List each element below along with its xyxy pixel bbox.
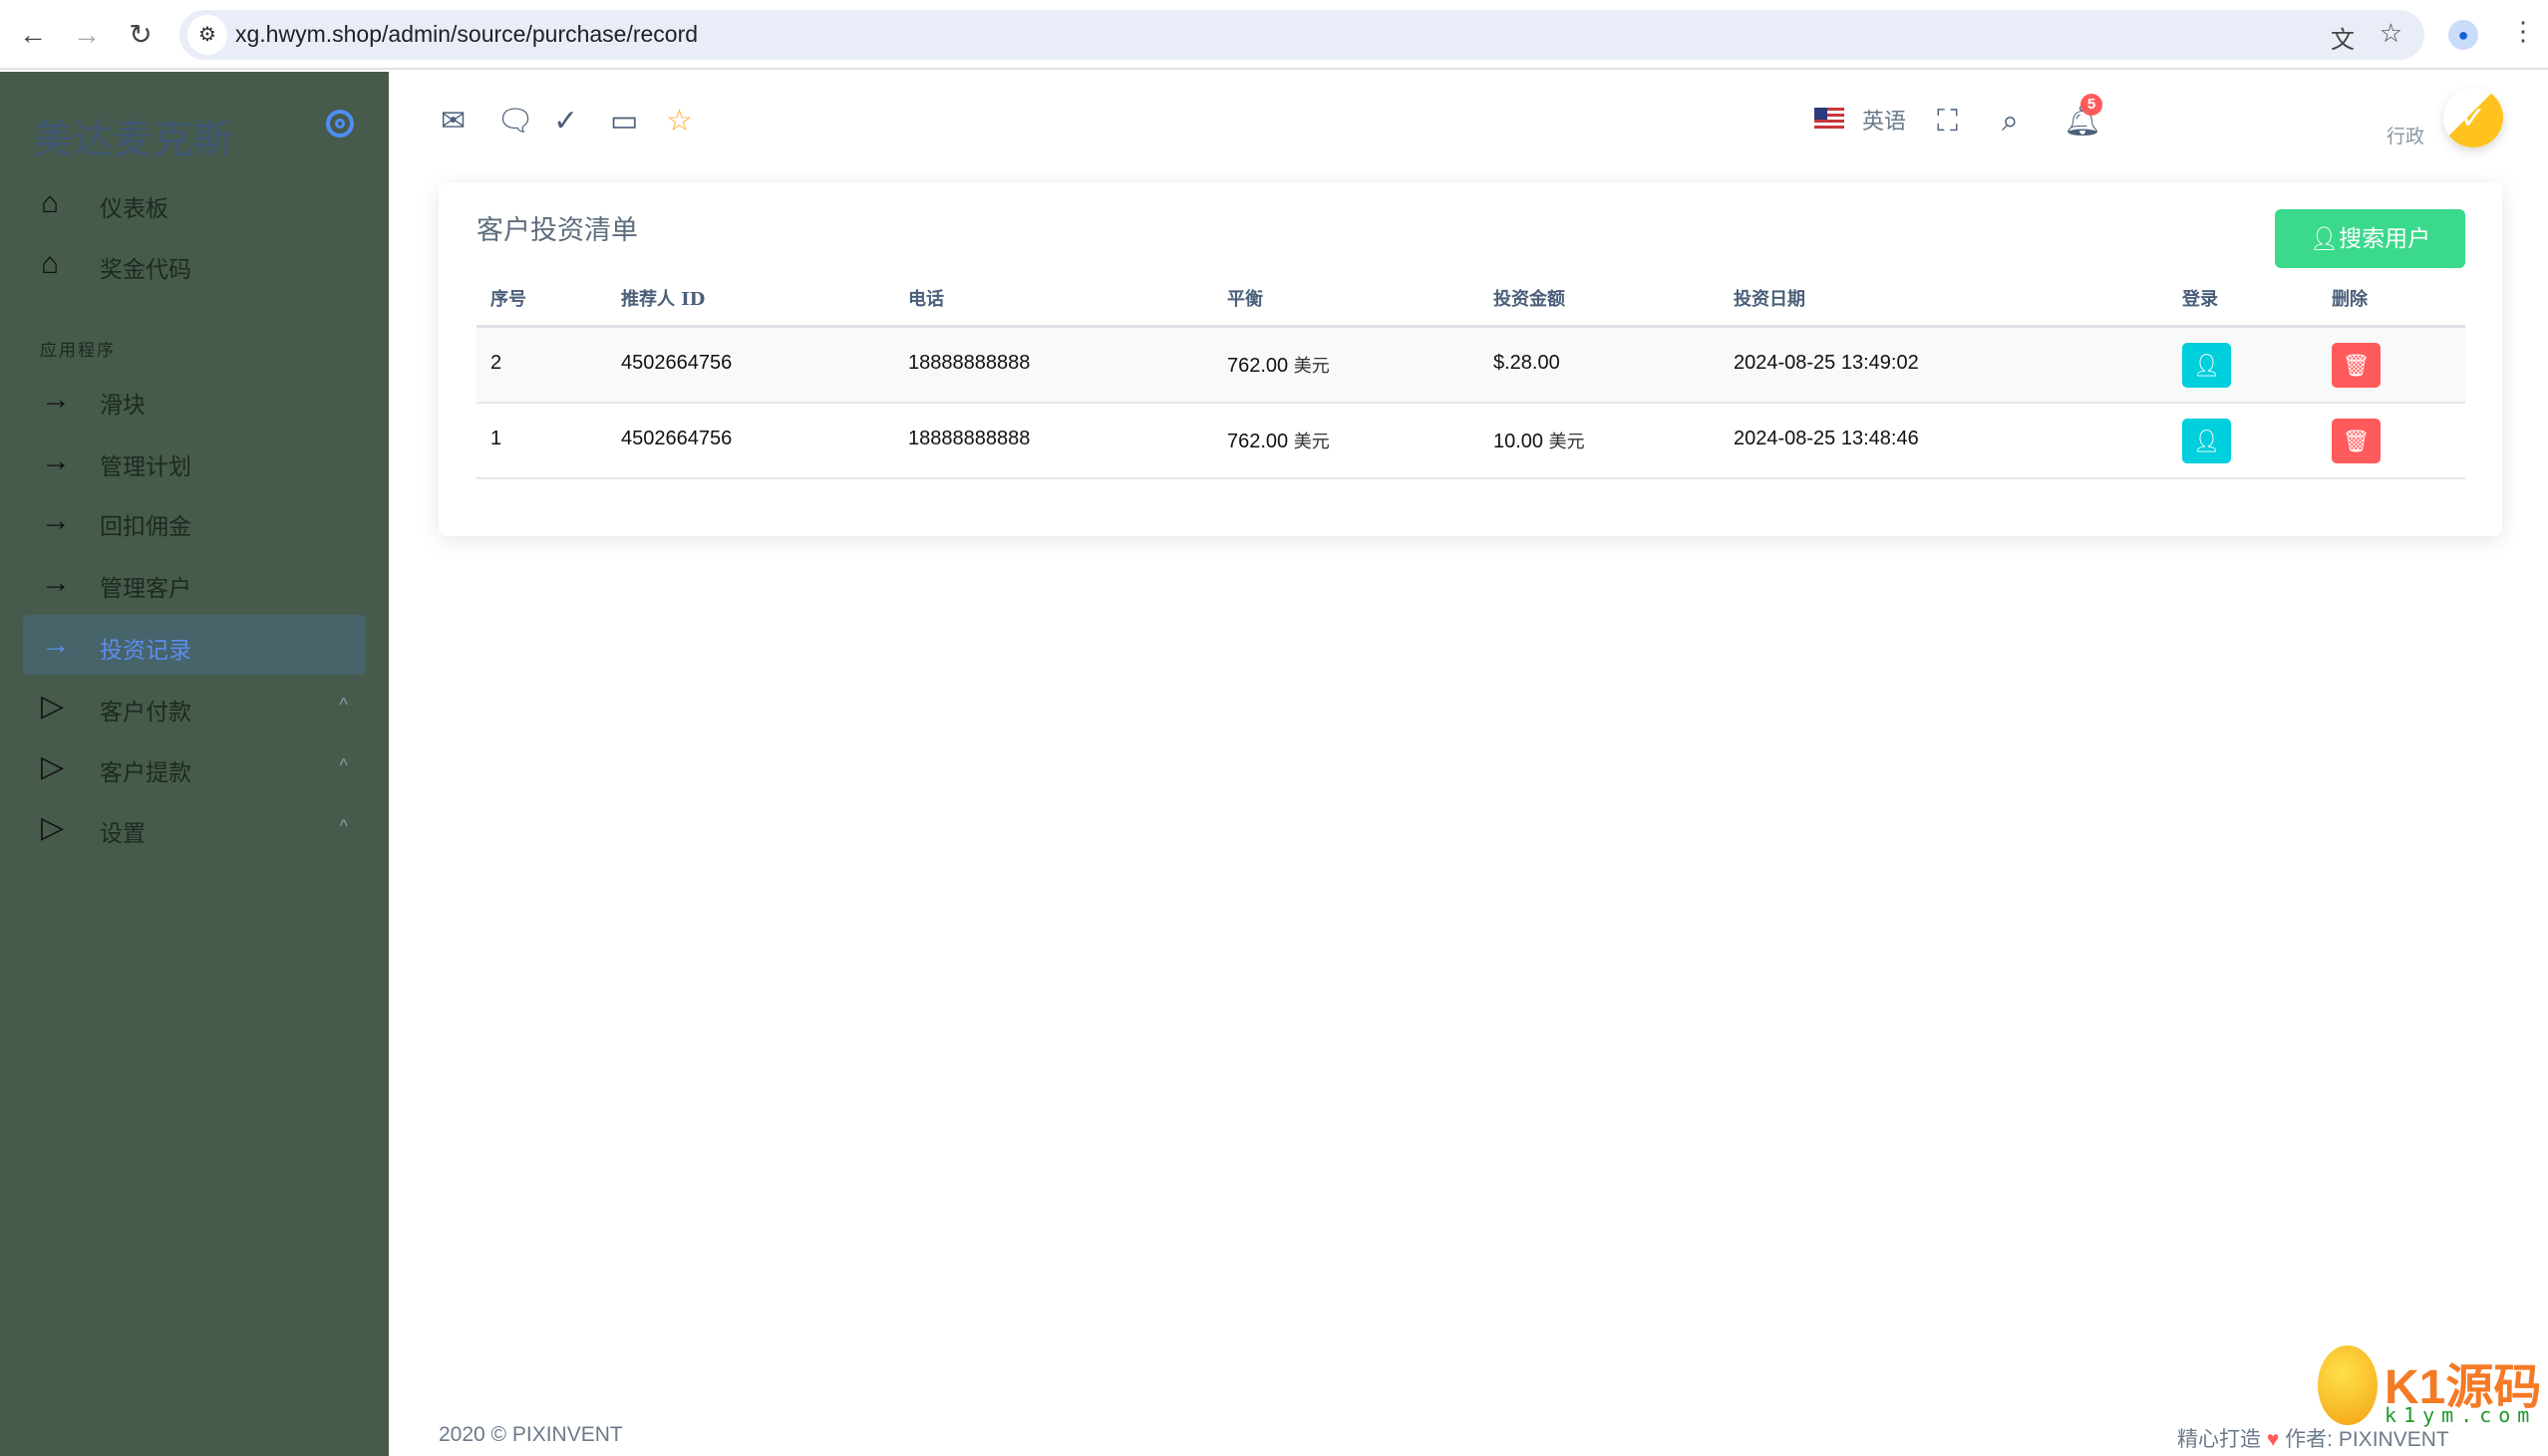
sidebar-toggle-icon[interactable] <box>326 110 354 138</box>
cell-balance: 762.00 美元 <box>1227 355 1330 377</box>
arrow-right-icon: → <box>41 566 71 599</box>
play-icon: ▷ <box>41 690 65 723</box>
bookmark-star-icon[interactable]: ☆ <box>2380 18 2402 49</box>
delete-button[interactable]: 🗑︎ <box>2332 343 2381 388</box>
login-as-user-button[interactable]: 👤︎ <box>2182 419 2231 463</box>
watermark-logo-icon <box>2318 1345 2378 1425</box>
sidebar: 美达麦克斯 ⌂ 仪表板 ⌂ 奖金代码 应用程序 → 滑块 → 管理计划 → 回扣佣金 → 管… <box>0 72 389 1456</box>
user-role[interactable]: 行政 <box>2387 122 2424 148</box>
investment-list-card: 客户投资清单 👤︎搜索用户 序号 推荐人 ID 电话 平衡 投资金额 投资日期 … <box>439 182 2502 536</box>
user-icon: 👤︎ <box>2309 225 2340 251</box>
sidebar-item-dashboard[interactable]: ⌂ 仪表板 <box>23 173 366 233</box>
section-label: 应用程序 <box>40 341 116 361</box>
brand-logo[interactable]: 美达麦克斯 <box>33 107 232 164</box>
footer-credit: 精心打造 ♥ 作者: PIXINVENT <box>2177 1428 2449 1451</box>
cell-referrer-id: 4502664756 <box>621 428 733 449</box>
arrow-right-icon: → <box>41 504 71 537</box>
arrow-right-icon: → <box>41 628 71 661</box>
translate-icon[interactable]: 文 <box>2331 20 2355 55</box>
footer-copyright: 2020 © PIXINVENT <box>439 1423 623 1446</box>
search-user-button[interactable]: 👤︎搜索用户 <box>2275 209 2465 268</box>
reload-button[interactable]: ↻ <box>124 18 158 52</box>
column-header: 投资日期 <box>1734 289 1805 310</box>
browser-toolbar: ← → ↻ ⚙ xg.hwym.shop/admin/source/purcha… <box>0 0 2548 70</box>
notification-badge: 5 <box>2080 94 2102 116</box>
chevron-up-icon: ^ <box>339 816 348 836</box>
home-icon: ⌂ <box>41 247 60 280</box>
column-header: 电话 <box>908 289 944 310</box>
home-icon: ⌂ <box>41 186 60 219</box>
sidebar-item-commission[interactable]: → 回扣佣金 <box>23 491 366 551</box>
column-header: 投资金额 <box>1493 289 1565 310</box>
sidebar-item-investment-records[interactable]: → 投资记录 <box>23 615 366 675</box>
arrow-right-icon: → <box>41 383 71 416</box>
language-selector[interactable]: 英语 <box>1862 104 1906 136</box>
sidebar-item-settings[interactable]: ▷ 设置 ^ <box>23 798 366 858</box>
sidebar-item-slider[interactable]: → 滑块 <box>23 370 366 430</box>
profile-icon[interactable]: ● <box>2448 20 2478 50</box>
chevron-up-icon: ^ <box>339 695 348 715</box>
menu-icon[interactable]: ⋮ <box>2510 16 2536 47</box>
cell-balance: 762.00 美元 <box>1227 431 1330 452</box>
column-header: 推荐人 ID <box>621 289 706 310</box>
cell-referrer-id: 4502664756 <box>621 352 733 374</box>
cell-phone: 18888888888 <box>908 428 1031 449</box>
table-row: 1 4502664756 18888888888 762.00 美元 10.00… <box>477 404 2465 479</box>
fullscreen-icon[interactable]: ⛶ <box>1937 104 1958 140</box>
delete-button[interactable]: 🗑︎ <box>2332 419 2381 463</box>
sidebar-item-withdrawals[interactable]: ▷ 客户提款 ^ <box>23 737 366 797</box>
column-header: 登录 <box>2182 289 2218 310</box>
user-avatar[interactable]: ✓ <box>2443 88 2503 147</box>
cell-date: 2024-08-25 13:48:46 <box>1734 428 1919 449</box>
back-button[interactable]: ← <box>16 18 50 52</box>
sidebar-item-bonus-code[interactable]: ⌂ 奖金代码 <box>23 234 366 294</box>
cell-amount: 10.00 美元 <box>1493 431 1585 452</box>
sidebar-item-plans[interactable]: → 管理计划 <box>23 432 366 491</box>
card-title: 客户投资清单 <box>477 215 638 246</box>
us-flag-icon[interactable] <box>1814 108 1844 130</box>
star-icon[interactable]: ☆ <box>666 104 693 140</box>
sidebar-item-payments[interactable]: ▷ 客户付款 ^ <box>23 677 366 736</box>
cell-date: 2024-08-25 13:49:02 <box>1734 352 1919 374</box>
url-text[interactable]: xg.hwym.shop/admin/source/purchase/recor… <box>235 21 698 48</box>
cell-phone: 18888888888 <box>908 352 1031 374</box>
address-bar[interactable]: ⚙ xg.hwym.shop/admin/source/purchase/rec… <box>179 10 2424 60</box>
table-row: 2 4502664756 18888888888 762.00 美元 $.28.… <box>477 328 2465 404</box>
cell-no: 2 <box>490 352 502 374</box>
play-icon: ▷ <box>41 811 65 844</box>
forward-button[interactable]: → <box>70 18 104 52</box>
mail-icon[interactable]: ✉ <box>441 104 466 140</box>
sidebar-item-customers[interactable]: → 管理客户 <box>23 553 366 613</box>
chevron-up-icon: ^ <box>339 755 348 775</box>
site-settings-icon[interactable]: ⚙ <box>187 15 227 55</box>
cell-no: 1 <box>490 428 502 449</box>
cell-amount: $.28.00 <box>1493 352 1560 374</box>
column-header: 删除 <box>2332 289 2368 310</box>
check-circle-icon[interactable]: ✓ <box>553 104 578 140</box>
heart-icon: ♥ <box>2266 1428 2280 1451</box>
login-as-user-button[interactable]: 👤︎ <box>2182 343 2231 388</box>
column-header: 序号 <box>490 289 526 310</box>
search-icon[interactable]: ⌕ <box>2002 104 2019 140</box>
play-icon: ▷ <box>41 750 65 783</box>
chat-icon[interactable]: 🗨 <box>496 104 534 140</box>
calendar-icon[interactable]: ▭ <box>610 104 638 140</box>
column-header: 平衡 <box>1227 289 1263 310</box>
watermark-domain: k1ym.com <box>2385 1403 2537 1427</box>
arrow-right-icon: → <box>41 444 71 477</box>
